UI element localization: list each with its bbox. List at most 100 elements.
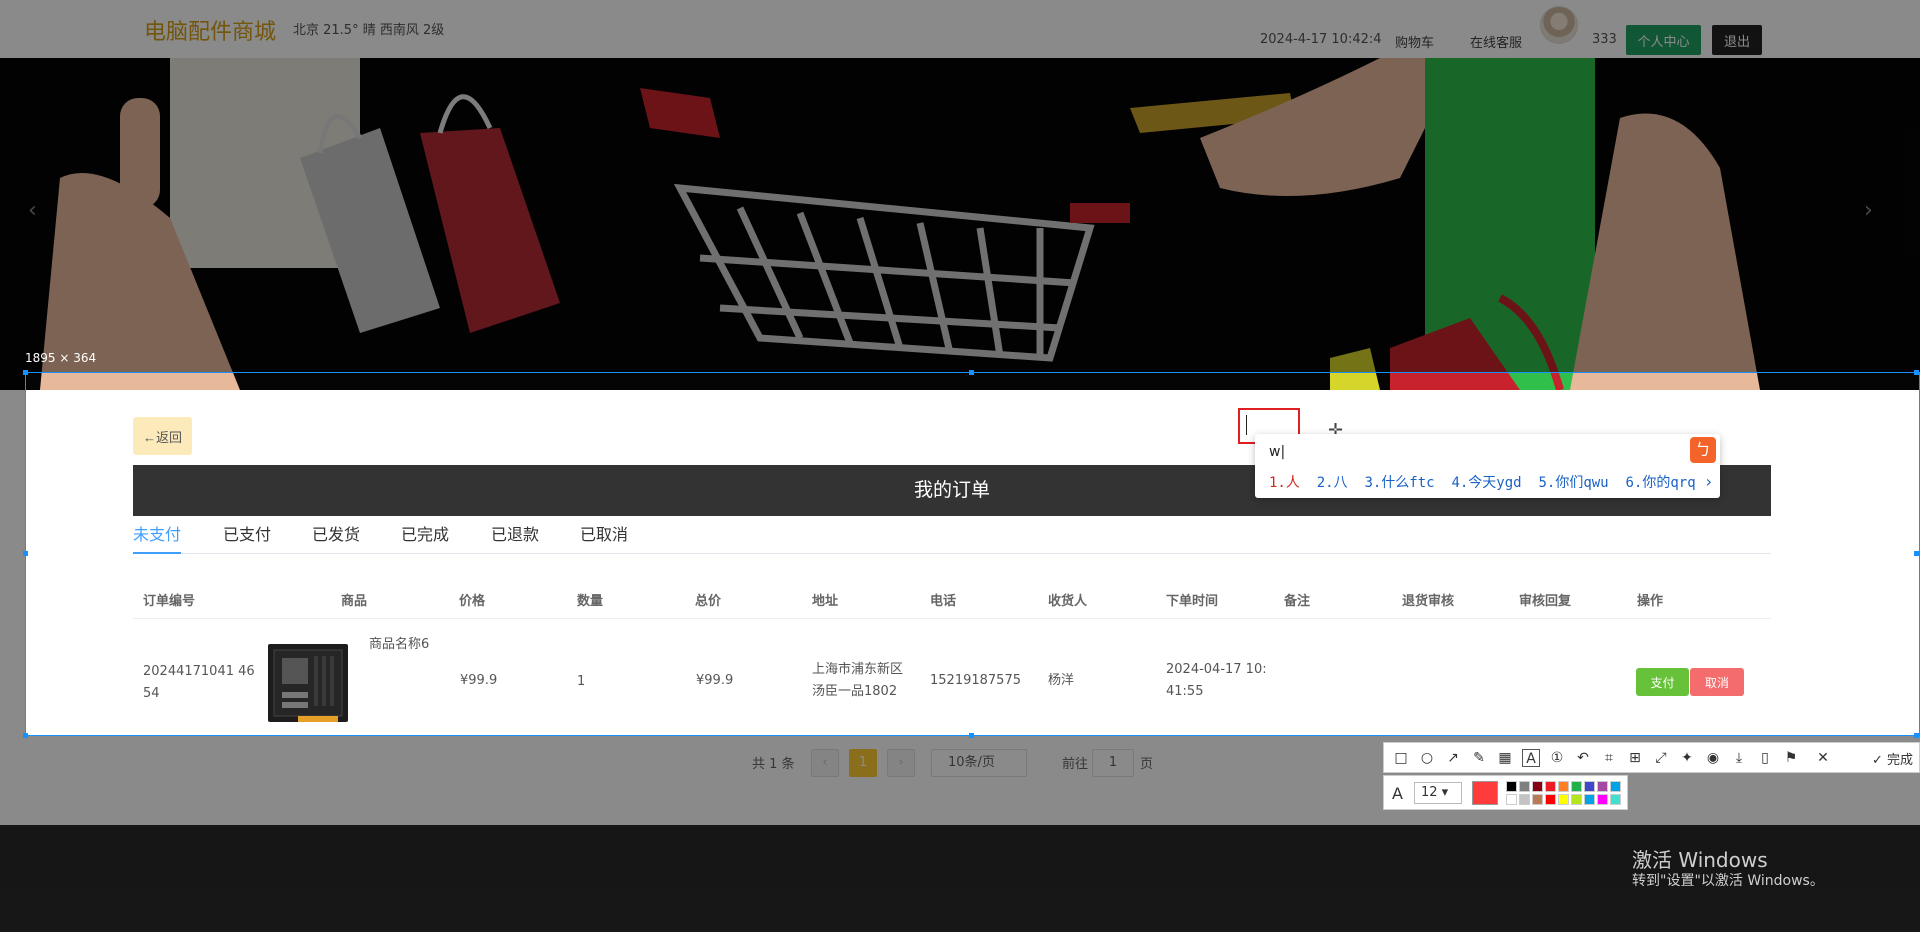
close-icon[interactable]: ✕: [1814, 749, 1832, 767]
order-address: 上海市浦东新区 汤臣一品1802: [812, 662, 904, 699]
long-screenshot-icon[interactable]: ⤢: [1652, 749, 1670, 767]
cancel-button[interactable]: 取消: [1690, 668, 1744, 696]
color-swatch[interactable]: [1558, 781, 1569, 792]
pen-tool-icon[interactable]: ✎: [1470, 749, 1488, 767]
nav-cart-link[interactable]: 购物车: [1395, 32, 1434, 51]
goto-page-input[interactable]: 1: [1092, 749, 1134, 777]
bookmark-icon[interactable]: ⚑: [1782, 749, 1800, 767]
ime-candidate[interactable]: 1.人: [1269, 475, 1300, 491]
resize-handle[interactable]: [1914, 551, 1919, 556]
motherboard-icon: [273, 649, 343, 722]
avatar[interactable]: [1540, 6, 1578, 44]
logout-button[interactable]: 退出: [1712, 25, 1762, 55]
ime-candidate[interactable]: 3.什么ftc: [1364, 475, 1434, 491]
windows-activation-subtitle: 转到"设置"以激活 Windows。: [1632, 873, 1824, 889]
col-receiver: 收货人: [1048, 594, 1088, 609]
ime-candidate[interactable]: 6.你的qrq: [1625, 475, 1695, 491]
back-button[interactable]: ←返回: [133, 417, 192, 455]
pagination-total: 共 1 条: [752, 757, 795, 772]
order-total: ¥99.9: [696, 673, 734, 688]
undo-icon[interactable]: ↶: [1574, 749, 1592, 767]
screenshot-toolbar: □ ○ ↗ ✎ ▦ A ① ↶ ⌗ ⊞ ⤢ ✦ ◉ ⤓ ▯ ⚑ ✕ ✓ 完成: [1383, 742, 1920, 773]
username: 333: [1592, 32, 1617, 47]
ime-candidate[interactable]: 4.今天ygd: [1451, 475, 1521, 491]
arrow-tool-icon[interactable]: ↗: [1444, 749, 1462, 767]
next-page-button[interactable]: ›: [887, 749, 915, 777]
color-swatch[interactable]: [1545, 794, 1556, 805]
color-swatch[interactable]: [1597, 781, 1608, 792]
site-logo[interactable]: 电脑配件商城: [144, 14, 276, 46]
translate-tool-icon[interactable]: ⊞: [1626, 749, 1644, 767]
text-tool-icon[interactable]: A: [1522, 749, 1540, 767]
resize-handle[interactable]: [23, 370, 28, 375]
ime-candidate-window[interactable]: w| ㄅ 1.人 2.八 3.什么ftc 4.今天ygd 5.你们qwu 6.你…: [1255, 434, 1720, 498]
col-remark: 备注: [1284, 594, 1311, 609]
tab-unpaid[interactable]: 未支付: [133, 524, 182, 554]
color-swatch[interactable]: [1532, 794, 1543, 805]
ime-logo-icon[interactable]: ㄅ: [1690, 437, 1716, 463]
col-price: 价格: [459, 594, 486, 609]
page-number-current[interactable]: 1: [849, 749, 877, 777]
color-swatch[interactable]: [1571, 794, 1582, 805]
ime-next-page-icon[interactable]: ›: [1706, 472, 1712, 491]
color-swatch[interactable]: [1506, 794, 1517, 805]
table-row: [133, 618, 1771, 718]
banner-carousel[interactable]: ‹ ›: [0, 58, 1920, 390]
resize-handle[interactable]: [23, 551, 28, 556]
product-image[interactable]: [268, 644, 348, 722]
product-name[interactable]: 商品名称6: [369, 634, 429, 656]
color-swatch[interactable]: [1519, 794, 1530, 805]
color-swatch[interactable]: [1506, 781, 1517, 792]
color-swatch[interactable]: [1571, 781, 1582, 792]
order-number: 20244171041 46 54: [143, 664, 255, 701]
current-color-swatch[interactable]: [1472, 781, 1498, 805]
download-icon[interactable]: ⤓: [1730, 749, 1748, 767]
color-swatch[interactable]: [1597, 794, 1608, 805]
resize-handle[interactable]: [969, 733, 974, 738]
tab-shipped[interactable]: 已发货: [312, 524, 360, 554]
pin-icon[interactable]: ✦: [1678, 749, 1696, 767]
color-swatch[interactable]: [1610, 794, 1621, 805]
pay-button[interactable]: 支付: [1636, 668, 1689, 696]
done-label: 完成: [1886, 753, 1913, 768]
user-center-button[interactable]: 个人中心: [1626, 25, 1701, 55]
carousel-prev-arrow[interactable]: ‹: [28, 198, 37, 223]
color-swatch[interactable]: [1532, 781, 1543, 792]
color-swatch[interactable]: [1584, 781, 1595, 792]
tab-refunded[interactable]: 已退款: [491, 524, 539, 554]
nav-service-link[interactable]: 在线客服: [1470, 32, 1522, 51]
mosaic-tool-icon[interactable]: ▦: [1496, 749, 1514, 767]
ime-composition: w|: [1269, 444, 1286, 460]
tab-paid[interactable]: 已支付: [223, 524, 271, 554]
col-review-reply: 审核回复: [1519, 594, 1572, 609]
prev-page-button[interactable]: ‹: [811, 749, 839, 777]
resize-handle[interactable]: [23, 733, 28, 738]
ellipse-tool-icon[interactable]: ○: [1418, 749, 1436, 767]
tab-completed[interactable]: 已完成: [401, 524, 449, 554]
col-return-review: 退货审核: [1402, 594, 1455, 609]
done-button[interactable]: ✓ 完成: [1872, 749, 1913, 768]
resize-handle[interactable]: [1914, 370, 1919, 375]
ime-candidate[interactable]: 5.你们qwu: [1538, 475, 1608, 491]
page-size-select[interactable]: 10条/页: [931, 749, 1027, 777]
tab-cancelled[interactable]: 已取消: [580, 524, 628, 554]
resize-handle[interactable]: [1914, 733, 1919, 738]
font-size-select[interactable]: 12 ▾: [1414, 782, 1462, 804]
order-time: 2024-04-17 10: 41:55: [1166, 662, 1267, 699]
color-swatch[interactable]: [1584, 794, 1595, 805]
weather-info: 北京 21.5° 晴 西南风 2级: [293, 23, 445, 38]
ime-candidate[interactable]: 2.八: [1317, 475, 1348, 491]
rectangle-tool-icon[interactable]: □: [1392, 749, 1410, 767]
record-icon[interactable]: ◉: [1704, 749, 1722, 767]
color-swatch[interactable]: [1545, 781, 1556, 792]
number-tool-icon[interactable]: ①: [1548, 749, 1566, 767]
color-swatch[interactable]: [1519, 781, 1530, 792]
color-swatch[interactable]: [1610, 781, 1621, 792]
windows-activation-title: 激活 Windows: [1632, 848, 1768, 872]
color-swatch[interactable]: [1558, 794, 1569, 805]
top-header: 电脑配件商城 北京 21.5° 晴 西南风 2级 2024-4-17 10:42…: [0, 0, 1920, 58]
save-icon[interactable]: ▯: [1756, 749, 1774, 767]
ocr-tool-icon[interactable]: ⌗: [1600, 749, 1618, 767]
carousel-next-arrow[interactable]: ›: [1864, 198, 1873, 223]
resize-handle[interactable]: [969, 370, 974, 375]
